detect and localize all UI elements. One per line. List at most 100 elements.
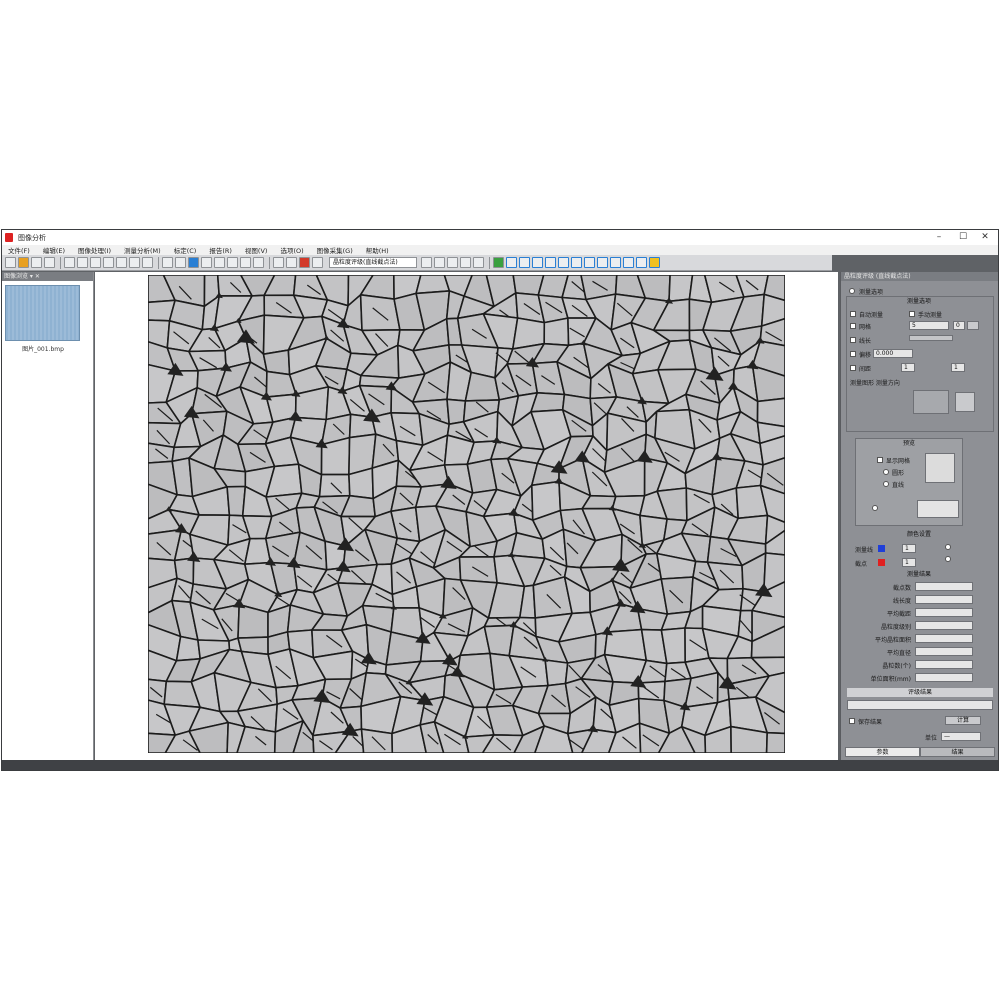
fill-icon[interactable]	[240, 257, 251, 268]
crop-icon[interactable]	[142, 257, 153, 268]
new-icon[interactable]	[5, 257, 16, 268]
scale-bar-icon[interactable]	[545, 257, 556, 268]
select-icon[interactable]	[64, 257, 75, 268]
result-label: 平均晶粒面积	[874, 637, 911, 644]
move-icon[interactable]	[77, 257, 88, 268]
open-icon[interactable]	[18, 257, 29, 268]
spacing-input-b[interactable]: 1	[951, 363, 965, 372]
step-spin-button[interactable]	[967, 321, 979, 330]
preview-swatch[interactable]	[925, 453, 955, 483]
step-input[interactable]: 0	[953, 321, 965, 330]
chart-icon[interactable]	[447, 257, 458, 268]
offset-input[interactable]: 0.000	[873, 349, 913, 358]
tab-params[interactable]: 参数	[845, 747, 920, 757]
circle-option-label: 圆形	[892, 470, 905, 477]
menu-help[interactable]: 帮助(H)	[366, 245, 389, 255]
color-icon[interactable]	[558, 257, 569, 268]
length-checkbox[interactable]	[850, 337, 856, 343]
zoom-out-icon[interactable]	[103, 257, 114, 268]
compute-button[interactable]: 计算	[945, 716, 981, 725]
unit-select[interactable]: —	[941, 732, 981, 741]
point-tool-icon[interactable]	[214, 257, 225, 268]
offset-checkbox[interactable]	[850, 351, 856, 357]
info-icon[interactable]	[636, 257, 647, 268]
preview-color-button[interactable]	[917, 500, 959, 518]
line-tool-icon[interactable]	[162, 257, 173, 268]
save-result-label: 保存结果	[858, 719, 883, 726]
brush-icon[interactable]	[227, 257, 238, 268]
grid-checkbox[interactable]	[850, 323, 856, 329]
zoom-in-icon[interactable]	[90, 257, 101, 268]
menu-edit[interactable]: 编辑(E)	[43, 245, 65, 255]
point-color-swatch[interactable]	[878, 559, 885, 566]
length-slider[interactable]	[909, 335, 953, 341]
print-icon[interactable]	[44, 257, 55, 268]
menu-measure[interactable]: 测量分析(M)	[124, 245, 161, 255]
result-label: 线长度	[892, 598, 911, 605]
grid-icon[interactable]	[312, 257, 323, 268]
grain	[348, 467, 374, 500]
preview-title: 预览	[902, 440, 915, 447]
grain	[175, 635, 202, 662]
save-icon[interactable]	[31, 257, 42, 268]
text-tool-icon[interactable]	[253, 257, 264, 268]
angle-tool-icon[interactable]	[201, 257, 212, 268]
menu-file[interactable]: 文件(F)	[8, 245, 30, 255]
close-button[interactable]: ✕	[972, 231, 998, 244]
menu-view[interactable]: 视图(V)	[245, 245, 268, 255]
manual-measure-checkbox[interactable]	[909, 311, 915, 317]
threshold-icon[interactable]	[286, 257, 297, 268]
menu-capture[interactable]: 图像采集(G)	[317, 245, 353, 255]
menu-calibrate[interactable]: 标定(C)	[174, 245, 197, 255]
show-grid-checkbox[interactable]	[877, 457, 883, 463]
result-label: 单位面积(mm)	[870, 676, 911, 683]
rotate-icon[interactable]	[129, 257, 140, 268]
direction-preview[interactable]	[955, 392, 975, 412]
help-icon[interactable]	[649, 257, 660, 268]
grade-title: 评级结果	[847, 688, 993, 697]
custom-radio[interactable]	[872, 505, 878, 511]
layer-icon[interactable]	[571, 257, 582, 268]
direction-pad[interactable]	[913, 390, 949, 414]
circle-tool-icon[interactable]	[188, 257, 199, 268]
image-thumbnail[interactable]	[5, 285, 80, 341]
mode-radio[interactable]	[849, 288, 855, 294]
camera-icon[interactable]	[493, 257, 504, 268]
micrograph-image[interactable]	[148, 275, 785, 753]
settings-icon[interactable]	[623, 257, 634, 268]
point-thickness-input[interactable]: 1	[902, 558, 916, 567]
undo-icon[interactable]	[584, 257, 595, 268]
menu-options[interactable]: 选项(O)	[280, 245, 303, 255]
style-radio-b[interactable]	[945, 556, 951, 562]
calibrate-icon[interactable]	[532, 257, 543, 268]
style-radio-a[interactable]	[945, 544, 951, 550]
line-thickness-input[interactable]: 1	[902, 544, 916, 553]
compare-icon[interactable]	[610, 257, 621, 268]
tab-results[interactable]: 结果	[920, 747, 995, 757]
fit-icon[interactable]	[116, 257, 127, 268]
circle-radio[interactable]	[883, 469, 889, 475]
histogram-icon[interactable]	[273, 257, 284, 268]
report-icon[interactable]	[460, 257, 471, 268]
redo-icon[interactable]	[597, 257, 608, 268]
menu-report[interactable]: 报告(R)	[209, 245, 232, 255]
spacing-checkbox[interactable]	[850, 365, 856, 371]
spacing-input-a[interactable]: 1	[901, 363, 915, 372]
line-color-swatch[interactable]	[878, 545, 885, 552]
filter-icon[interactable]	[299, 257, 310, 268]
run-icon[interactable]	[421, 257, 432, 268]
image-canvas[interactable]	[95, 272, 838, 760]
analysis-mode-select[interactable]: 晶粒度评级(直线截点法)	[329, 257, 417, 268]
line-radio[interactable]	[883, 481, 889, 487]
save-result-checkbox[interactable]	[849, 718, 855, 724]
live-icon[interactable]	[506, 257, 517, 268]
toolbar-separator	[489, 256, 490, 269]
rect-tool-icon[interactable]	[175, 257, 186, 268]
snap-icon[interactable]	[519, 257, 530, 268]
count-input[interactable]: 5	[909, 321, 949, 330]
minimize-button[interactable]: –	[926, 231, 952, 244]
export-icon[interactable]	[473, 257, 484, 268]
menu-image-processing[interactable]: 图像处理(I)	[78, 245, 111, 255]
auto-measure-checkbox[interactable]	[850, 311, 856, 317]
stop-icon[interactable]	[434, 257, 445, 268]
